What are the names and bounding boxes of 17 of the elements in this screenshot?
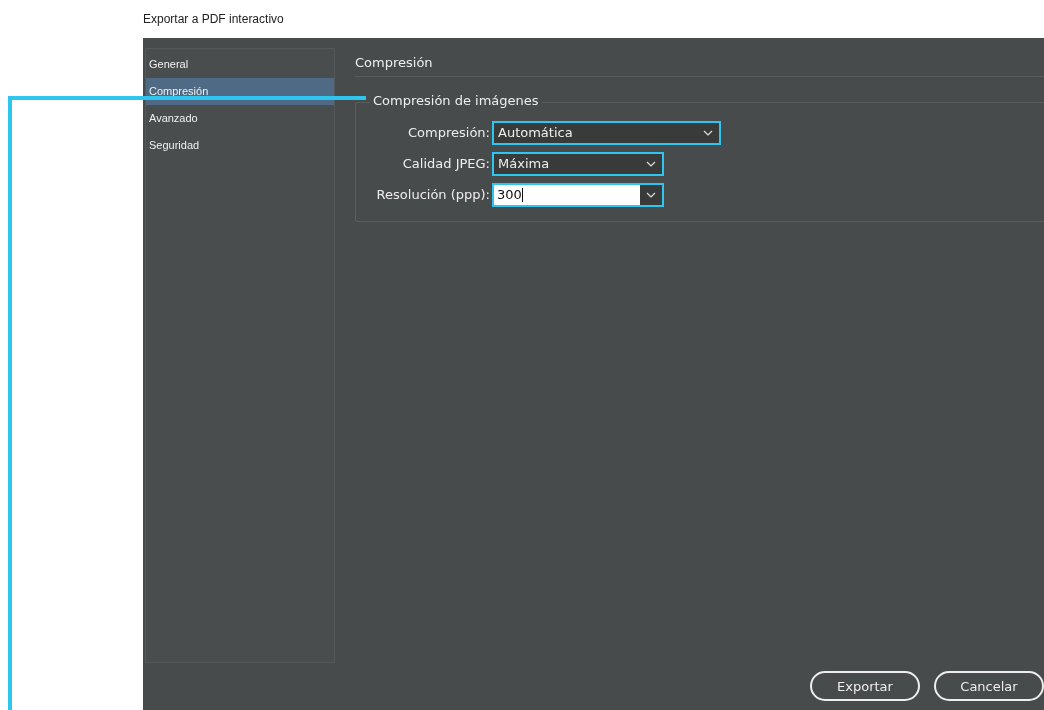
dialog-button[interactable]: Exportar	[810, 671, 920, 701]
dialog-title: Exportar a PDF interactivo	[143, 12, 284, 26]
dropdown-field[interactable]: Automática	[492, 120, 721, 145]
field-label: Compresión:	[407, 125, 491, 140]
dialog-button[interactable]: Cancelar	[934, 671, 1044, 701]
dropdown-field[interactable]: Máxima	[492, 151, 664, 176]
chevron-icon	[646, 191, 656, 198]
field-label: Resolución (ppp):	[375, 187, 491, 202]
sidebar-item[interactable]: General	[146, 51, 334, 78]
sidebar-item[interactable]: Seguridad	[146, 132, 334, 159]
chevron-icon	[703, 129, 713, 136]
section-title: Compresión	[355, 54, 433, 70]
group-title: Compresión de imágenes	[370, 93, 542, 108]
field-label: Calidad JPEG:	[401, 156, 491, 171]
combo-field[interactable]: 300	[492, 182, 664, 207]
sidebar-item[interactable]: Avanzado	[146, 105, 334, 132]
chevron-icon	[646, 160, 656, 167]
